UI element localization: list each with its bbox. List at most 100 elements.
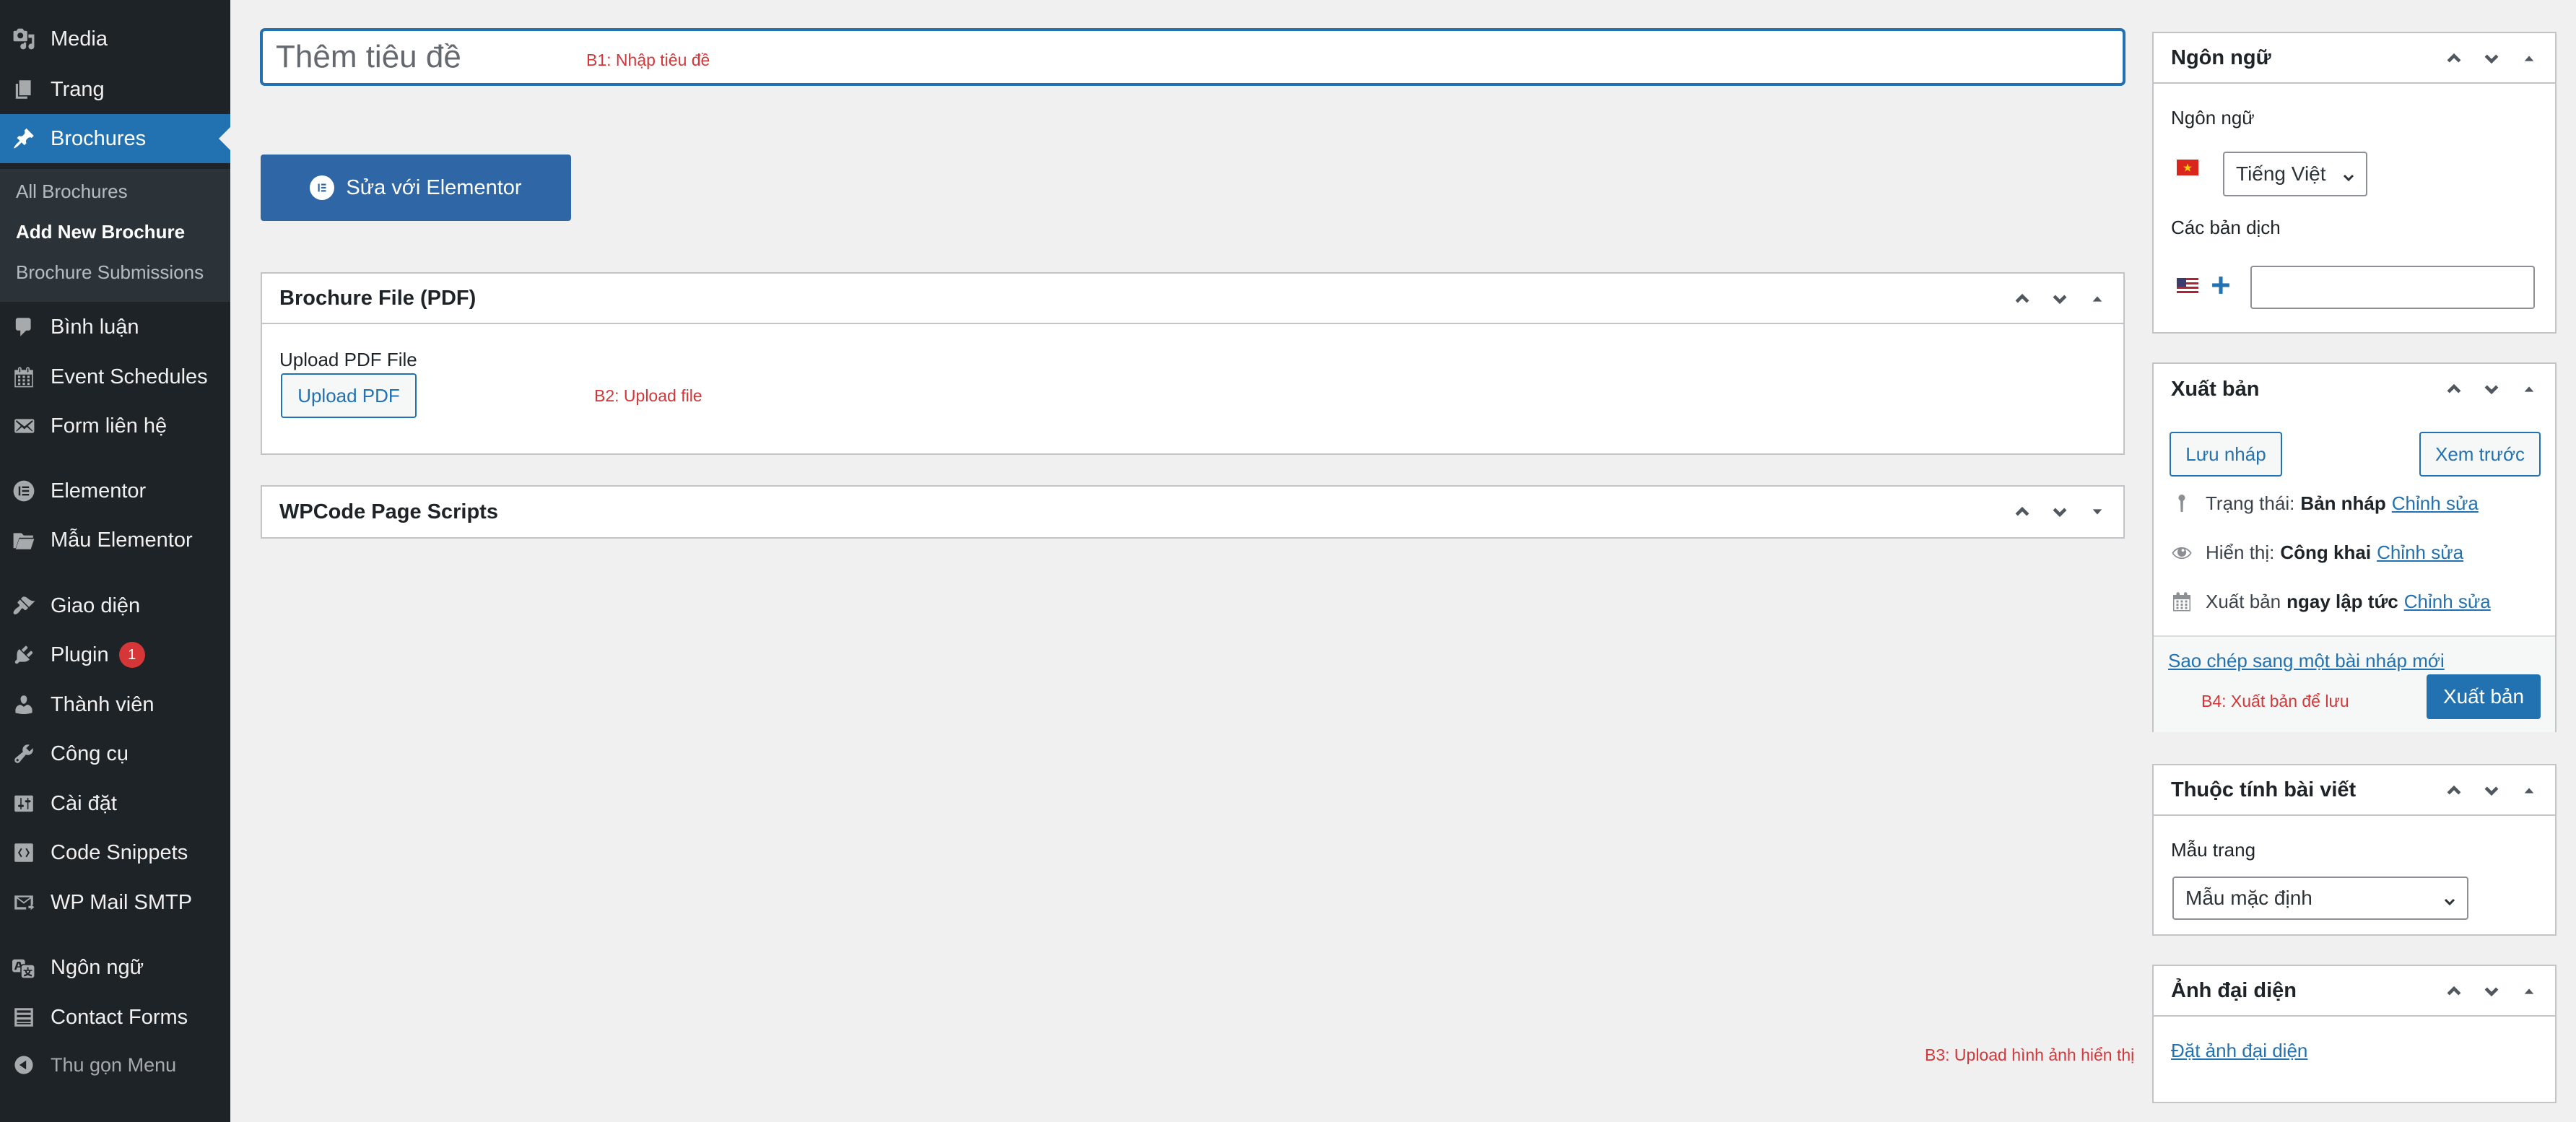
postbox-title: Brochure File (PDF): [279, 286, 477, 310]
sidebar-item-label: Event Schedules: [51, 365, 208, 388]
move-up-icon[interactable]: [2435, 370, 2473, 408]
postbox-controls: [2003, 487, 2116, 537]
move-up-icon[interactable]: [2435, 973, 2473, 1010]
sidebar-item-contact-form[interactable]: Form liên hệ: [0, 401, 230, 451]
plugin-icon: [12, 643, 36, 667]
collapse-toggle-icon[interactable]: [2510, 370, 2548, 408]
collapse-toggle-icon[interactable]: [2510, 973, 2548, 1010]
template-select[interactable]: Mẫu mặc định: [2172, 877, 2468, 920]
move-down-icon[interactable]: [2041, 493, 2079, 531]
edit-visibility-link[interactable]: Chỉnh sửa: [2377, 542, 2463, 564]
vietnam-flag-icon: [2177, 160, 2198, 175]
sidebar-item-label: Plugin: [51, 643, 109, 666]
collapse-menu-button[interactable]: Thu gọn Menu: [0, 1040, 230, 1090]
move-down-icon[interactable]: [2473, 370, 2510, 408]
sidebar-item-media[interactable]: Media: [0, 14, 230, 64]
sidebar-item-code-snippets[interactable]: Code Snippets: [0, 828, 230, 877]
move-down-icon[interactable]: [2041, 280, 2079, 318]
submenu-all-brochures[interactable]: All Brochures: [16, 181, 128, 203]
sidebar-item-elementor-templates[interactable]: Mẫu Elementor: [0, 516, 230, 565]
collapse-toggle-icon[interactable]: [2510, 772, 2548, 809]
postbox-header: Xuất bản: [2154, 364, 2555, 414]
page-icon: [12, 77, 36, 102]
sidebar-item-tools[interactable]: Công cụ: [0, 729, 230, 778]
copy-to-new-draft-link[interactable]: Sao chép sang một bài nháp mới: [2168, 650, 2445, 672]
postbox-title: Ngôn ngữ: [2171, 45, 2271, 69]
sidebar-item-label: Brochures: [51, 126, 147, 150]
sidebar-item-comments[interactable]: Bình luận: [0, 303, 230, 352]
mail-smtp-icon: [12, 890, 36, 915]
move-up-icon[interactable]: [2435, 772, 2473, 809]
save-draft-button[interactable]: Lưu nháp: [2170, 432, 2282, 477]
sidebar-item-label: Trang: [51, 77, 105, 101]
expand-toggle-icon[interactable]: [2079, 493, 2116, 531]
sidebar-item-plugins[interactable]: Plugin 1: [0, 630, 230, 679]
sidebar-item-elementor[interactable]: Elementor: [0, 466, 230, 516]
edit-schedule-link[interactable]: Chỉnh sửa: [2404, 591, 2491, 613]
publish-button[interactable]: Xuất bản: [2427, 674, 2541, 719]
sidebar-item-label: WP Mail SMTP: [51, 890, 193, 914]
sidebar-item-contact-forms[interactable]: Contact Forms: [0, 993, 230, 1042]
edit-with-elementor-label: Sửa với Elementor: [346, 175, 522, 199]
sidebar-item-label: Ngôn ngữ: [51, 955, 144, 979]
language-label: Ngôn ngữ: [2171, 107, 2255, 129]
sidebar-item-brochures[interactable]: Brochures: [0, 114, 230, 163]
sidebar-item-appearance[interactable]: Giao diện: [0, 581, 230, 630]
move-up-icon[interactable]: [2003, 493, 2041, 531]
translation-input[interactable]: [2250, 266, 2535, 309]
submenu-add-new-brochure[interactable]: Add New Brochure: [16, 221, 185, 243]
sidebar-item-languages[interactable]: Ngôn ngữ: [0, 943, 230, 992]
status-label: Trạng thái:: [2206, 492, 2295, 514]
postbox-header: Ngôn ngữ: [2154, 33, 2555, 84]
publish-actions: Sao chép sang một bài nháp mới B4: Xuất …: [2154, 635, 2555, 732]
sidebar-item-settings[interactable]: Cài đặt: [0, 779, 230, 828]
language-select[interactable]: Tiếng Việt: [2223, 152, 2367, 196]
postbox-controls: [2435, 33, 2548, 84]
postbox-controls: [2003, 274, 2116, 324]
move-up-icon[interactable]: [2435, 40, 2473, 77]
code-icon: [12, 840, 36, 865]
sidebar-item-users[interactable]: Thành viên: [0, 680, 230, 729]
collapse-toggle-icon[interactable]: [2510, 40, 2548, 77]
upload-pdf-button[interactable]: Upload PDF: [281, 373, 417, 418]
user-icon: [12, 692, 36, 717]
translations-label: Các bản dịch: [2171, 217, 2281, 238]
edit-with-elementor-button[interactable]: Sửa với Elementor: [261, 155, 571, 221]
add-translation-icon[interactable]: [2209, 273, 2233, 297]
sidebar-item-label: Elementor: [51, 479, 147, 503]
postbox-header: WPCode Page Scripts: [262, 487, 2123, 537]
schedule-row: Xuất bản ngay lập tức Chỉnh sửa: [2170, 589, 2491, 614]
step-note-title: B1: Nhập tiêu đề: [586, 51, 710, 69]
elementor-icon: [12, 479, 36, 503]
schedule-label: Xuất bản: [2206, 590, 2281, 612]
translate-icon: [12, 955, 36, 980]
sidebar-item-label: Bình luận: [51, 315, 139, 339]
language-box: Ngôn ngữ Ngôn ngữ Tiếng Việt Các bản dịc…: [2152, 32, 2557, 334]
move-down-icon[interactable]: [2473, 40, 2510, 77]
postbox-title: WPCode Page Scripts: [279, 500, 498, 523]
pin-status-icon: [2170, 491, 2194, 516]
collapse-toggle-icon[interactable]: [2079, 280, 2116, 318]
preview-button[interactable]: Xem trước: [2419, 432, 2541, 477]
postbox-header: Ảnh đại diện: [2154, 966, 2555, 1017]
move-up-icon[interactable]: [2003, 280, 2041, 318]
set-featured-image-link[interactable]: Đặt ảnh đại diện: [2171, 1040, 2307, 1062]
sidebar-item-event-schedules[interactable]: Event Schedules: [0, 352, 230, 401]
post-title-input[interactable]: [261, 29, 2125, 85]
move-down-icon[interactable]: [2473, 973, 2510, 1010]
sidebar-item-pages[interactable]: Trang: [0, 65, 230, 114]
brochures-submenu: All Brochures Add New Brochure Brochure …: [0, 169, 230, 302]
submenu-brochure-submissions[interactable]: Brochure Submissions: [16, 261, 204, 284]
schedule-value: ngay lập tức: [2286, 590, 2398, 612]
elementor-logo-icon: [310, 175, 335, 200]
plugin-update-badge: 1: [118, 642, 145, 668]
sidebar-item-label: Mẫu Elementor: [51, 528, 193, 552]
chevron-down-icon: [2442, 891, 2457, 906]
postbox-controls: [2435, 765, 2548, 816]
brush-icon: [12, 593, 36, 618]
edit-status-link[interactable]: Chỉnh sửa: [2392, 492, 2479, 515]
move-down-icon[interactable]: [2473, 772, 2510, 809]
sidebar-item-partial[interactable]: [0, 0, 230, 13]
us-flag-icon: [2177, 278, 2198, 294]
sidebar-item-wp-mail-smtp[interactable]: WP Mail SMTP: [0, 878, 230, 927]
